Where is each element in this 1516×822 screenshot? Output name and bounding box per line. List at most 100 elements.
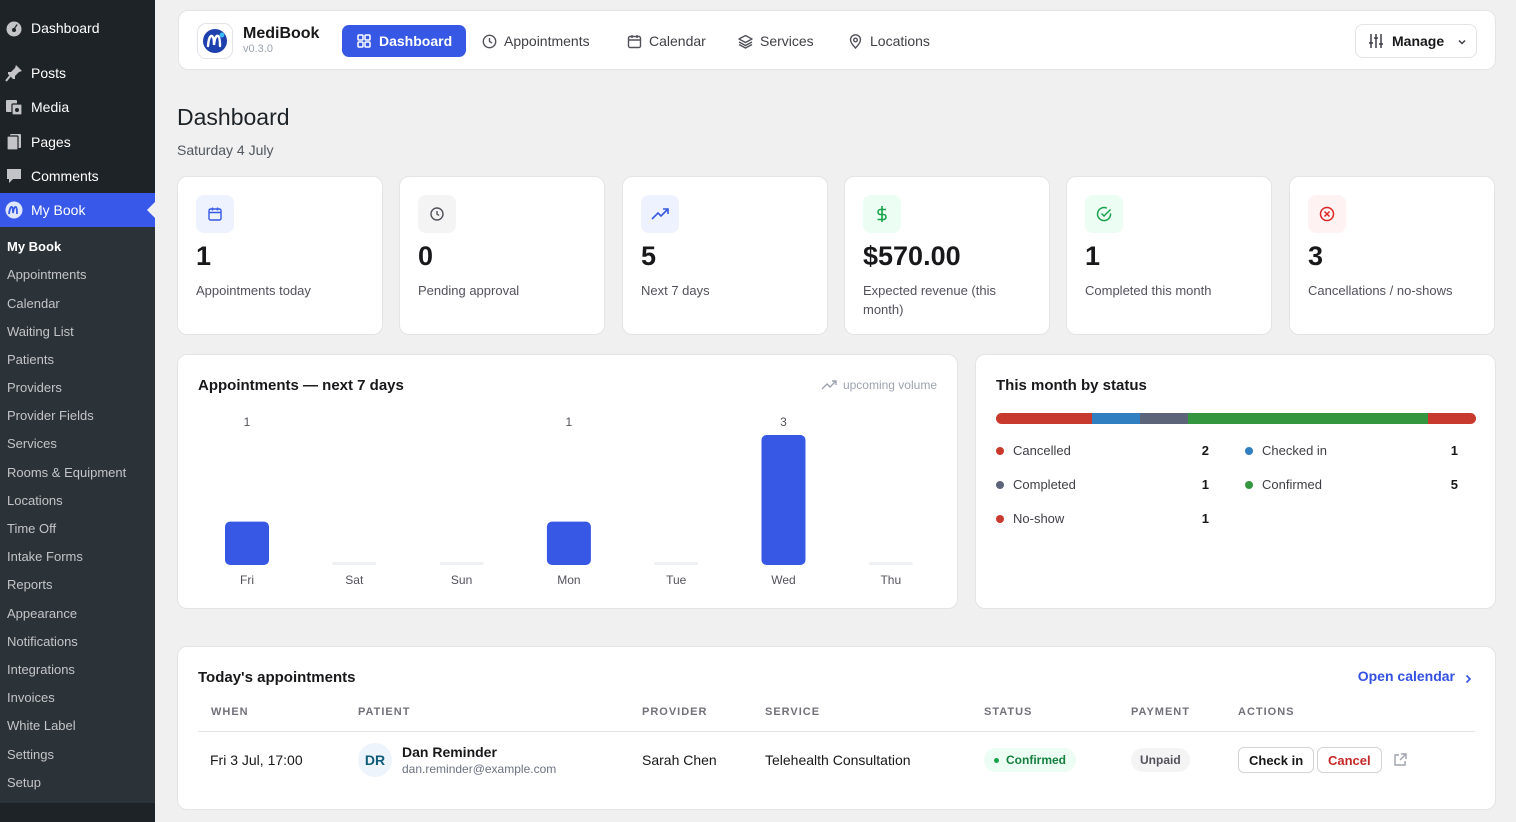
tab-calendar[interactable]: Calendar — [626, 25, 706, 57]
stat-value: 1 — [196, 241, 212, 271]
appointment-when: Fri 3 Jul, 17:00 — [210, 752, 303, 768]
dashboard-icon — [4, 19, 24, 37]
wp-submenu-item-provider-fields[interactable]: Provider Fields — [7, 406, 94, 426]
legend-label-checked-in: Checked in — [1262, 443, 1328, 458]
wp-menu-media[interactable]: Media — [0, 90, 155, 124]
sliders-icon — [1368, 33, 1384, 49]
brand-name: MediBook — [243, 25, 320, 42]
wp-submenu-item-waiting-list[interactable]: Waiting List — [7, 322, 74, 342]
bar-value-label: 1 — [244, 415, 251, 429]
tab-appointments[interactable]: Appointments — [481, 25, 590, 57]
column-header-patient: PATIENT — [358, 706, 411, 718]
legend-label-cancelled: Cancelled — [1013, 443, 1071, 458]
avatar: DR — [358, 743, 392, 777]
calendar-icon — [196, 195, 234, 233]
wp-submenu-item-appearance[interactable]: Appearance — [7, 604, 77, 624]
wp-submenu-item-notifications[interactable]: Notifications — [7, 632, 78, 652]
check-in-button[interactable]: Check in — [1238, 747, 1315, 773]
dollar-icon — [863, 195, 901, 233]
x-tick-label: Fri — [240, 573, 254, 587]
legend-dot-cancelled — [996, 447, 1004, 455]
check-circle-icon — [1085, 195, 1123, 233]
chevron-right-icon — [1463, 671, 1473, 684]
appointment-provider: Sarah Chen — [642, 752, 717, 768]
x-tick-label: Thu — [880, 573, 901, 587]
wp-submenu-item-invoices[interactable]: Invoices — [7, 688, 55, 708]
stat-card-expected-revenue-this-month: $570.00 Expected revenue (this month) — [844, 176, 1050, 335]
patient-name[interactable]: Dan Reminder — [402, 744, 497, 760]
legend-count-confirmed: 5 — [1450, 477, 1458, 492]
todays-appointments-title: Today's appointments — [198, 669, 356, 686]
wp-submenu-item-patients[interactable]: Patients — [7, 350, 54, 370]
manage-label: Manage — [1392, 33, 1445, 49]
wp-submenu-item-setup[interactable]: Setup — [7, 773, 41, 793]
patient-email: dan.reminder@example.com — [402, 762, 557, 776]
wp-menu-pages[interactable]: Pages — [0, 125, 155, 159]
status-dot — [994, 757, 999, 763]
legend-dot-confirmed — [1245, 481, 1253, 489]
wp-submenu-item-integrations[interactable]: Integrations — [7, 660, 75, 680]
wp-menu-comments[interactable]: Comments — [0, 159, 155, 193]
tab-services[interactable]: Services — [737, 25, 814, 57]
wp-submenu: My Book Appointments Calendar Waiting List P… — [0, 227, 155, 803]
wp-submenu-item-locations[interactable]: Locations — [7, 491, 63, 511]
wp-menu-posts[interactable]: Posts — [0, 56, 155, 90]
bar-sun — [439, 562, 484, 565]
status-segment-no-show — [1428, 413, 1476, 424]
map-pin-icon — [847, 33, 863, 49]
table-divider — [198, 731, 1475, 732]
wp-menu-label: Posts — [31, 65, 67, 81]
stat-card-completed-this-month: 1 Completed this month — [1066, 176, 1272, 335]
wp-menu-my-book[interactable]: My Book — [0, 193, 155, 227]
stat-label: Completed this month — [1085, 283, 1212, 298]
x-tick-label: Wed — [771, 573, 795, 587]
status-panel: This month by status Cancelled 2 Checked i… — [975, 354, 1496, 609]
external-link-icon[interactable] — [1392, 752, 1408, 768]
stat-value: 5 — [641, 241, 657, 271]
wp-submenu-item-intake-forms[interactable]: Intake Forms — [7, 547, 83, 567]
wp-submenu-item-time-off[interactable]: Time Off — [7, 519, 56, 539]
legend-label-completed: Completed — [1013, 477, 1076, 492]
stat-card-cancellations-no-shows: 3 Cancellations / no-shows — [1289, 176, 1495, 335]
wp-menu-label: My Book — [31, 202, 86, 218]
open-calendar-label: Open calendar — [1357, 668, 1455, 684]
legend-dot-completed — [996, 481, 1004, 489]
open-calendar-link[interactable]: Open calendar — [1358, 668, 1473, 684]
wp-submenu-item-my-book[interactable]: My Book — [7, 237, 61, 257]
bar-value-label: 1 — [566, 415, 573, 429]
layers-icon — [737, 33, 753, 49]
wp-submenu-item-settings[interactable]: Settings — [7, 745, 54, 765]
clock-icon — [418, 195, 456, 233]
wp-submenu-item-appointments[interactable]: Appointments — [7, 265, 87, 285]
wp-submenu-item-white-label[interactable]: White Label — [7, 716, 76, 736]
main-content: MediBook v0.3.0 Dashboard Appointments C… — [155, 0, 1516, 822]
x-tick-label: Sun — [451, 573, 472, 587]
bar-value-label: 3 — [780, 415, 787, 429]
stat-label: Cancellations / no-shows — [1308, 283, 1453, 298]
stat-value: 1 — [1085, 241, 1101, 271]
status-segment-cancelled — [996, 413, 1092, 424]
stat-card-appointments-today: 1 Appointments today — [177, 176, 383, 335]
tab-label: Dashboard — [379, 33, 453, 49]
x-tick-label: Mon — [557, 573, 580, 587]
x-circle-icon — [1308, 195, 1346, 233]
trending-up-icon — [641, 195, 679, 233]
column-header-service: SERVICE — [765, 706, 821, 718]
tab-locations[interactable]: Locations — [847, 25, 930, 57]
wp-submenu-item-reports[interactable]: Reports — [7, 575, 53, 595]
cancel-button[interactable]: Cancel — [1317, 747, 1382, 773]
medibook-logo-icon — [197, 23, 233, 59]
manage-dropdown-button[interactable]: Manage — [1355, 24, 1477, 58]
wp-submenu-item-providers[interactable]: Providers — [7, 378, 62, 398]
pin-icon — [4, 64, 24, 82]
media-icon — [4, 98, 24, 116]
tab-dashboard[interactable]: Dashboard — [342, 25, 467, 57]
wp-submenu-item-services[interactable]: Services — [7, 434, 57, 454]
wp-menu-dashboard[interactable]: Dashboard — [0, 11, 155, 45]
tab-label: Locations — [870, 33, 930, 49]
stat-card-next-7-days: 5 Next 7 days — [622, 176, 828, 335]
wp-submenu-item-rooms-equipment[interactable]: Rooms & Equipment — [7, 463, 126, 483]
bar-chart: Fri 1 Sat Sun Mon 1 Tue Wed 3 Thu — [225, 415, 913, 587]
bar-sat — [332, 562, 377, 565]
wp-submenu-item-calendar[interactable]: Calendar — [7, 294, 60, 314]
